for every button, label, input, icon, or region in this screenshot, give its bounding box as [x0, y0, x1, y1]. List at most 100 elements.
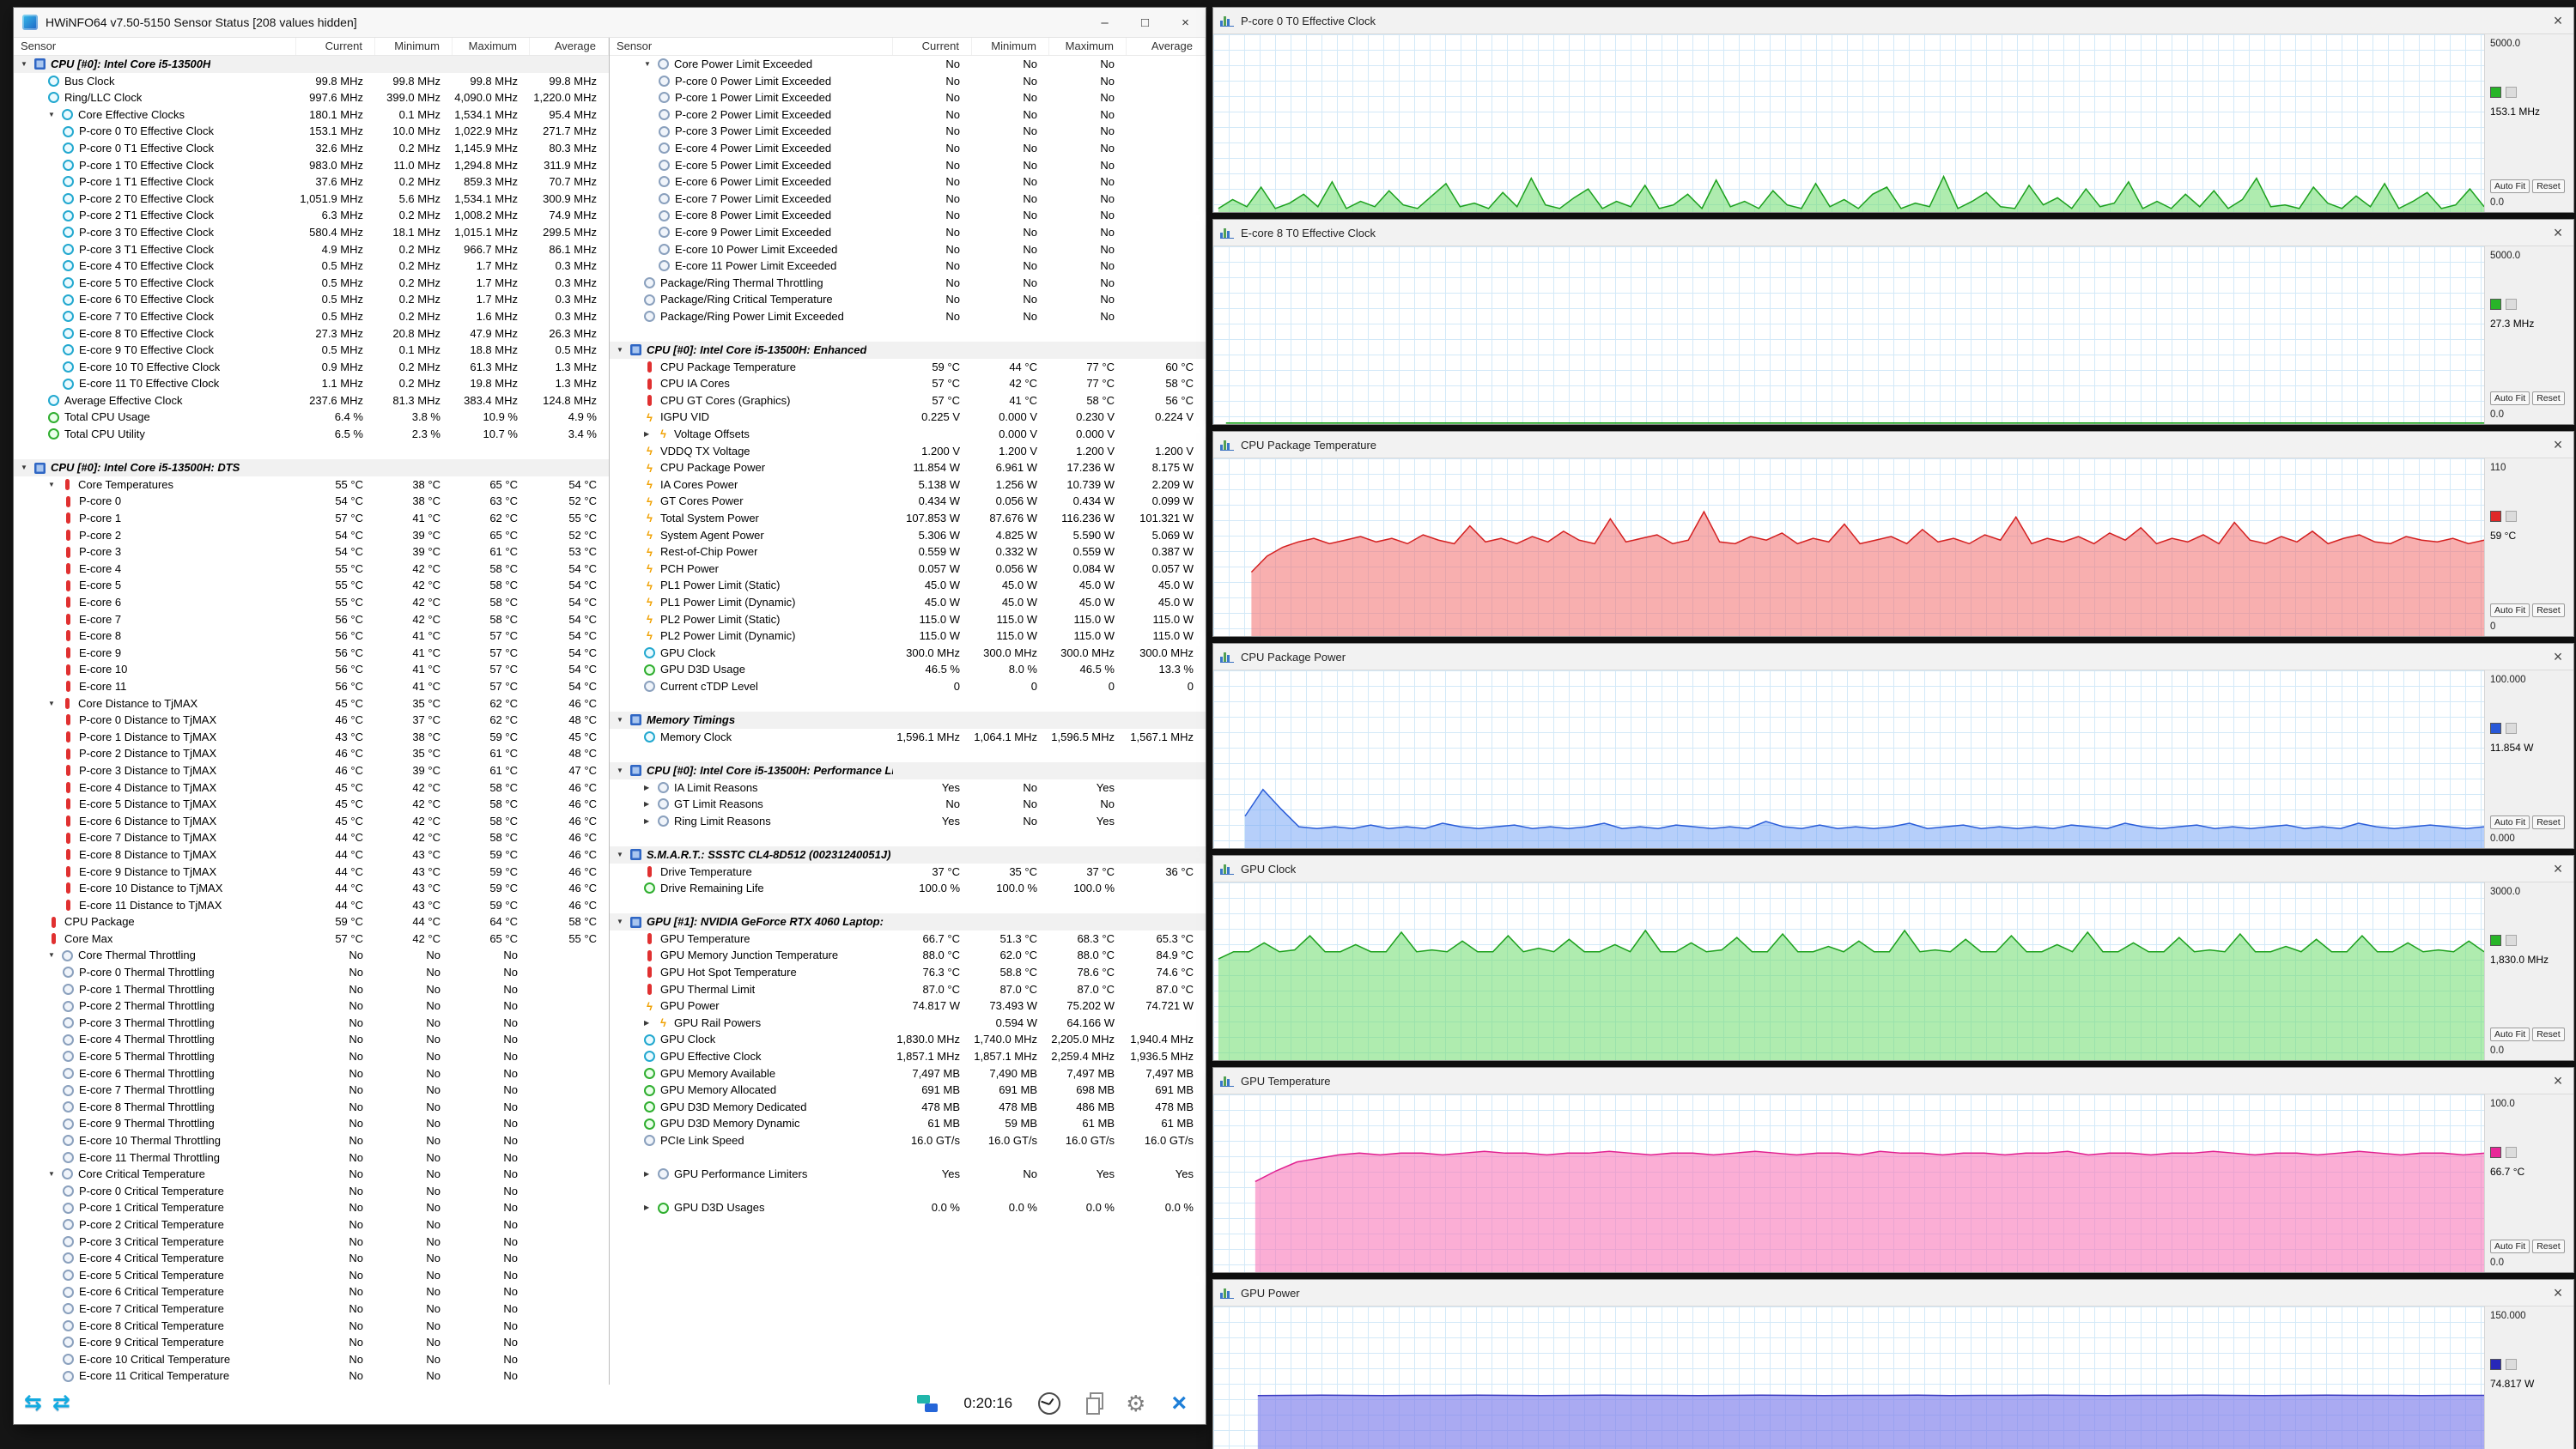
- sensor-row[interactable]: Core Max 57 °C 42 °C 65 °C 55 °C: [14, 931, 609, 948]
- sensor-row[interactable]: ▼ Core Power Limit Exceeded No No No: [610, 56, 1206, 73]
- auto-fit-button[interactable]: Auto Fit: [2490, 391, 2530, 405]
- sensor-row[interactable]: E-core 4 Power Limit Exceeded No No No: [610, 140, 1206, 157]
- sensor-row[interactable]: ▼ Core Distance to TjMAX 45 °C 35 °C 62 °C 46…: [14, 695, 609, 712]
- sensor-row[interactable]: E-core 6 Thermal Throttling No No No: [14, 1065, 609, 1082]
- graph-close-button[interactable]: ×: [2546, 436, 2570, 454]
- sensor-row[interactable]: GPU Memory Junction Temperature 88.0 °C 62…: [610, 947, 1206, 964]
- sensor-row[interactable]: E-core 4 T0 Effective Clock 0.5 MHz 0.2 MH…: [14, 258, 609, 275]
- sensor-row[interactable]: GPU Hot Spot Temperature 76.3 °C 58.8 °C 78…: [610, 964, 1206, 981]
- sensor-row[interactable]: ϟ PL2 Power Limit (Dynamic) 115.0 W 115.0 W…: [610, 627, 1206, 645]
- sensor-row[interactable]: ϟ Total System Power 107.853 W 87.676 W 116.…: [610, 510, 1206, 527]
- series-color-swatch[interactable]: [2490, 87, 2501, 98]
- sensor-row[interactable]: E-core 4 55 °C 42 °C 58 °C 54 °C: [14, 561, 609, 578]
- sensor-row[interactable]: E-core 11 Power Limit Exceeded No No No: [610, 258, 1206, 275]
- sensor-row[interactable]: E-core 5 Power Limit Exceeded No No No: [610, 157, 1206, 174]
- sensor-row[interactable]: E-core 9 T0 Effective Clock 0.5 MHz 0.1 MH…: [14, 342, 609, 359]
- sensor-row[interactable]: P-core 1 T0 Effective Clock 983.0 MHz 11.0…: [14, 157, 609, 174]
- column-header-average[interactable]: Average: [530, 38, 609, 55]
- sensor-row[interactable]: E-core 10 56 °C 41 °C 57 °C 54 °C: [14, 661, 609, 678]
- sensor-row[interactable]: Total CPU Usage 6.4 % 3.8 % 10.9 % 4.9 %: [14, 409, 609, 426]
- sensor-row[interactable]: P-core 3 Critical Temperature No No No: [14, 1234, 609, 1251]
- reset-button[interactable]: Reset: [2532, 1240, 2565, 1253]
- graph-titlebar[interactable]: GPU Power ×: [1213, 1280, 2573, 1307]
- sensor-row[interactable]: E-core 8 Thermal Throttling No No No: [14, 1099, 609, 1116]
- expander-icon[interactable]: ▼: [644, 56, 658, 73]
- sensor-row[interactable]: E-core 6 55 °C 42 °C 58 °C 54 °C: [14, 594, 609, 611]
- expander-icon[interactable]: ▼: [617, 342, 630, 359]
- sensor-row[interactable]: Drive Remaining Life 100.0 % 100.0 % 100.0 …: [610, 880, 1206, 897]
- sensor-row[interactable]: ϟ PL1 Power Limit (Static) 45.0 W 45.0 W 45.…: [610, 577, 1206, 594]
- sensor-row[interactable]: P-core 0 T1 Effective Clock 32.6 MHz 0.2 M…: [14, 140, 609, 157]
- sensor-row[interactable]: ▶ ϟ Voltage Offsets 0.000 V 0.000 V: [610, 426, 1206, 443]
- sensor-row[interactable]: ϟ Rest-of-Chip Power 0.559 W 0.332 W 0.559 W…: [610, 543, 1206, 561]
- sensor-group-row[interactable]: ▼ Memory Timings: [610, 712, 1206, 729]
- expander-icon[interactable]: ▼: [48, 947, 62, 964]
- sensor-row[interactable]: P-core 1 57 °C 41 °C 62 °C 55 °C: [14, 510, 609, 527]
- sensor-row[interactable]: GPU Temperature 66.7 °C 51.3 °C 68.3 °C 65.3…: [610, 931, 1206, 948]
- reset-button[interactable]: Reset: [2532, 391, 2565, 405]
- sensor-row[interactable]: E-core 10 Thermal Throttling No No No: [14, 1132, 609, 1149]
- scale-adjust-handle[interactable]: [2506, 723, 2517, 734]
- sensor-row[interactable]: P-core 1 Power Limit Exceeded No No No: [610, 89, 1206, 106]
- sensor-row[interactable]: E-core 9 56 °C 41 °C 57 °C 54 °C: [14, 645, 609, 662]
- expander-icon[interactable]: ▶: [644, 426, 658, 443]
- expander-icon[interactable]: ▶: [644, 813, 658, 830]
- reset-button[interactable]: Reset: [2532, 1028, 2565, 1041]
- expander-icon[interactable]: ▼: [48, 106, 62, 124]
- sensor-row[interactable]: P-core 0 Power Limit Exceeded No No No: [610, 73, 1206, 90]
- expander-icon[interactable]: ▼: [48, 476, 62, 494]
- sensor-row[interactable]: Package/Ring Critical Temperature No No No: [610, 291, 1206, 308]
- auto-fit-button[interactable]: Auto Fit: [2490, 815, 2530, 829]
- sensor-row[interactable]: ϟ GPU Power 74.817 W 73.493 W 75.202 W 74.721…: [610, 997, 1206, 1015]
- sensor-row[interactable]: E-core 5 Thermal Throttling No No No: [14, 1048, 609, 1065]
- sensor-group-row[interactable]: ▼ CPU [#0]: Intel Core i5-13500H: [14, 56, 609, 73]
- scale-adjust-handle[interactable]: [2506, 1147, 2517, 1158]
- column-header-maximum[interactable]: Maximum: [1049, 38, 1127, 55]
- series-color-swatch[interactable]: [2490, 511, 2501, 522]
- column-header-current[interactable]: Current: [893, 38, 972, 55]
- auto-fit-button[interactable]: Auto Fit: [2490, 603, 2530, 617]
- sensor-row[interactable]: E-core 10 Distance to TjMAX 44 °C 43 °C 59 …: [14, 880, 609, 897]
- sensor-row[interactable]: E-core 7 T0 Effective Clock 0.5 MHz 0.2 MH…: [14, 308, 609, 325]
- sensor-group-row[interactable]: ▼ CPU [#0]: Intel Core i5-13500H: Perform…: [610, 761, 1206, 779]
- sensor-row[interactable]: Memory Clock 1,596.1 MHz 1,064.1 MHz 1,596.…: [610, 729, 1206, 746]
- scale-adjust-handle[interactable]: [2506, 511, 2517, 522]
- sensor-row[interactable]: E-core 11 Distance to TjMAX 44 °C 43 °C 59 …: [14, 897, 609, 914]
- sensor-row[interactable]: ▶ Ring Limit Reasons Yes No Yes: [610, 813, 1206, 830]
- expander-icon[interactable]: ▼: [617, 846, 630, 864]
- sensor-row[interactable]: Package/Ring Thermal Throttling No No No: [610, 275, 1206, 292]
- sensor-row[interactable]: Drive Temperature 37 °C 35 °C 37 °C 36 °C: [610, 864, 1206, 881]
- graph-titlebar[interactable]: CPU Package Temperature ×: [1213, 432, 2573, 458]
- sensor-row[interactable]: GPU D3D Usage 46.5 % 8.0 % 46.5 % 13.3 %: [610, 661, 1206, 678]
- settings-button[interactable]: ⚙: [1126, 1391, 1145, 1416]
- expander-icon[interactable]: ▶: [644, 1199, 658, 1216]
- sensor-row[interactable]: E-core 8 56 °C 41 °C 57 °C 54 °C: [14, 627, 609, 645]
- sensor-row[interactable]: P-core 2 54 °C 39 °C 65 °C 52 °C: [14, 527, 609, 544]
- sensor-row[interactable]: E-core 5 Distance to TjMAX 45 °C 42 °C 58 °…: [14, 796, 609, 813]
- sensor-row[interactable]: Total CPU Utility 6.5 % 2.3 % 10.7 % 3.4 %: [14, 426, 609, 443]
- sensor-row[interactable]: E-core 9 Critical Temperature No No No: [14, 1334, 609, 1351]
- expander-icon[interactable]: ▼: [48, 1166, 62, 1183]
- sensor-row[interactable]: ϟ CPU Package Power 11.854 W 6.961 W 17.236 …: [610, 459, 1206, 476]
- sensor-row[interactable]: E-core 4 Thermal Throttling No No No: [14, 1031, 609, 1048]
- graph-close-button[interactable]: ×: [2546, 648, 2570, 666]
- sensor-row[interactable]: E-core 6 Power Limit Exceeded No No No: [610, 173, 1206, 191]
- sensor-row[interactable]: E-core 6 Distance to TjMAX 45 °C 42 °C 58 °…: [14, 813, 609, 830]
- expander-icon[interactable]: ▶: [644, 796, 658, 813]
- sensor-row[interactable]: E-core 9 Thermal Throttling No No No: [14, 1115, 609, 1132]
- sensor-row[interactable]: P-core 3 T0 Effective Clock 580.4 MHz 18.1…: [14, 224, 609, 241]
- sensor-row[interactable]: Ring/LLC Clock 997.6 MHz 399.0 MHz 4,090.0 …: [14, 89, 609, 106]
- sensor-row[interactable]: GPU D3D Memory Dedicated 478 MB 478 MB 486 …: [610, 1099, 1206, 1116]
- previous-sensors-button[interactable]: ⇆: [24, 1389, 42, 1416]
- reset-button[interactable]: Reset: [2532, 815, 2565, 829]
- sensor-row[interactable]: ϟ VDDQ TX Voltage 1.200 V 1.200 V 1.200 V 1.2…: [610, 443, 1206, 460]
- sensor-row[interactable]: P-core 3 Thermal Throttling No No No: [14, 1015, 609, 1032]
- sensor-row[interactable]: ▶ IA Limit Reasons Yes No Yes: [610, 779, 1206, 797]
- series-color-swatch[interactable]: [2490, 723, 2501, 734]
- sensor-row[interactable]: Average Effective Clock 237.6 MHz 81.3 MHz…: [14, 392, 609, 409]
- sensor-row[interactable]: GPU Clock 300.0 MHz 300.0 MHz 300.0 MHz 300.…: [610, 645, 1206, 662]
- auto-fit-button[interactable]: Auto Fit: [2490, 179, 2530, 193]
- sensor-row[interactable]: P-core 2 T0 Effective Clock 1,051.9 MHz 5.…: [14, 191, 609, 208]
- graph-titlebar[interactable]: GPU Clock ×: [1213, 856, 2573, 882]
- sensor-row[interactable]: E-core 6 T0 Effective Clock 0.5 MHz 0.2 MH…: [14, 291, 609, 308]
